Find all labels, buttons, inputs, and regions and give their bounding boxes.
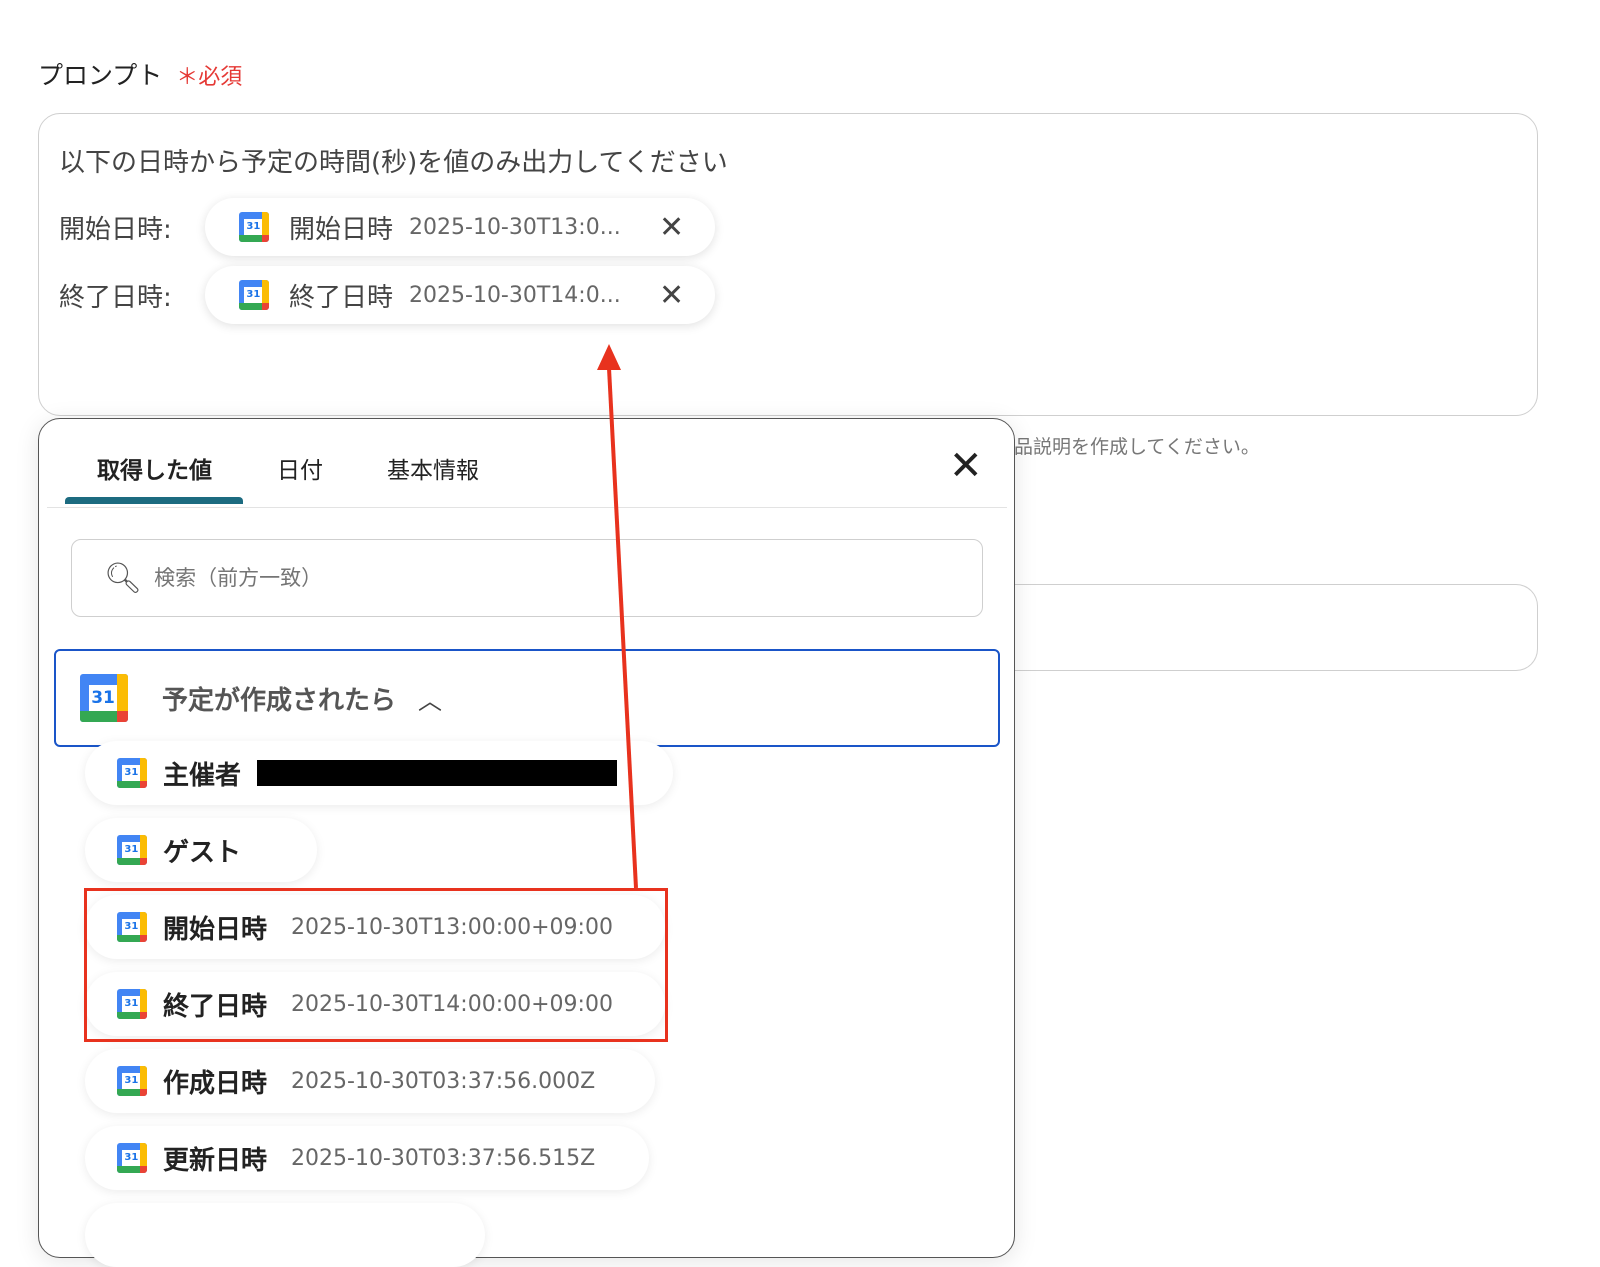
prompt-label-text: プロンプト xyxy=(38,61,163,90)
prompt-label: プロンプト ＊必須 xyxy=(38,56,242,92)
tab-acquired-values[interactable]: 取得した値 xyxy=(97,451,212,485)
item-value: 2025-10-30T03:37:56.000Z xyxy=(291,1068,596,1094)
start-datetime-chip[interactable]: 31 開始日時 2025-10-30T13:0... ✕ xyxy=(205,198,715,256)
value-picker-panel: 取得した値 日付 基本情報 ✕ 🔍︎ 31 予定が作成されたら ︿ 31 主催者… xyxy=(38,418,1015,1267)
search-icon: 🔍︎ xyxy=(104,560,143,596)
list-item-organizer[interactable]: 31 主催者 xyxy=(85,741,673,805)
item-name: 更新日時 xyxy=(163,1145,268,1176)
item-name: 主催者 xyxy=(163,760,242,791)
prompt-text: 以下の日時から予定の時間(秒)を値のみ出力してください xyxy=(59,148,728,178)
chip-name: 開始日時 xyxy=(289,214,394,245)
chevron-up-icon[interactable]: ︿ xyxy=(418,681,442,716)
start-datetime-row: 開始日時: 31 開始日時 2025-10-30T13:0... ✕ xyxy=(59,198,715,256)
google-calendar-icon: 31 xyxy=(80,674,128,722)
google-calendar-icon: 31 xyxy=(239,280,269,310)
trigger-group-header[interactable]: 31 予定が作成されたら ︿ xyxy=(54,649,1000,747)
required-badge: ＊必須 xyxy=(176,65,243,90)
redacted-value xyxy=(257,760,618,786)
annotation-highlight-box xyxy=(84,888,668,1042)
end-datetime-label: 終了日時: xyxy=(59,282,172,313)
google-calendar-icon: 31 xyxy=(117,835,147,865)
google-calendar-icon: 31 xyxy=(117,1066,147,1096)
google-calendar-icon: 31 xyxy=(117,1143,147,1173)
google-calendar-icon: 31 xyxy=(117,758,147,788)
search-field[interactable]: 🔍︎ xyxy=(71,539,983,617)
chip-value: 2025-10-30T13:0... xyxy=(409,214,621,240)
tab-date[interactable]: 日付 xyxy=(277,451,323,485)
end-datetime-chip[interactable]: 31 終了日時 2025-10-30T14:0... ✕ xyxy=(205,266,715,324)
search-input[interactable] xyxy=(152,565,857,591)
close-icon[interactable]: ✕ xyxy=(659,210,684,245)
active-tab-indicator xyxy=(65,497,243,504)
chip-name: 終了日時 xyxy=(289,282,394,313)
group-title: 予定が作成されたら xyxy=(162,685,397,716)
item-name: ゲスト xyxy=(163,837,242,868)
end-datetime-row: 終了日時: 31 終了日時 2025-10-30T14:0... ✕ xyxy=(59,266,715,324)
start-datetime-label: 開始日時: xyxy=(59,214,172,245)
list-item-created-datetime[interactable]: 31 作成日時 2025-10-30T03:37:56.000Z xyxy=(85,1049,655,1113)
picker-tabs: 取得した値 日付 基本情報 xyxy=(47,419,1007,508)
list-item-guests[interactable]: 31 ゲスト xyxy=(85,818,317,882)
chip-value: 2025-10-30T14:0... xyxy=(409,282,621,308)
prompt-textarea[interactable]: 以下の日時から予定の時間(秒)を値のみ出力してください 開始日時: 31 開始日… xyxy=(38,113,1538,416)
google-calendar-icon: 31 xyxy=(239,212,269,242)
item-value: 2025-10-30T03:37:56.515Z xyxy=(291,1145,596,1171)
background-input-field[interactable] xyxy=(990,584,1538,671)
list-item-partial[interactable] xyxy=(85,1203,485,1267)
close-icon[interactable]: ✕ xyxy=(659,278,684,313)
close-icon[interactable]: ✕ xyxy=(949,443,983,489)
item-name: 作成日時 xyxy=(163,1068,268,1099)
background-hint-text: 品説明を作成してください。 xyxy=(1014,436,1260,458)
tab-basic-info[interactable]: 基本情報 xyxy=(387,451,479,485)
list-item-updated-datetime[interactable]: 31 更新日時 2025-10-30T03:37:56.515Z xyxy=(85,1126,649,1190)
